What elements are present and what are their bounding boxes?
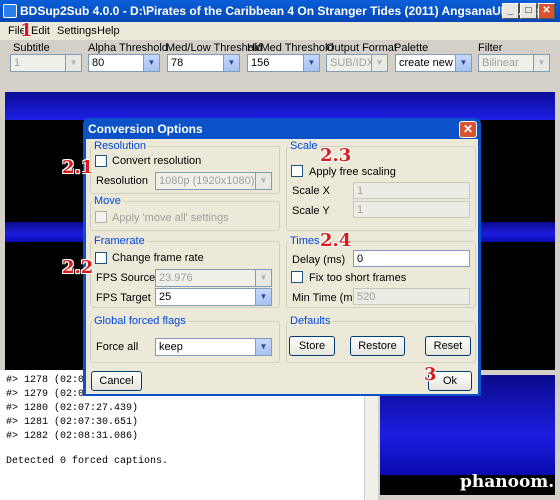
chevron-down-icon: ▼ (255, 289, 271, 305)
annotation-2-3: 2.3 (320, 145, 352, 166)
apply-move-all-checkbox[interactable] (95, 211, 107, 223)
preview-top-video (5, 92, 555, 120)
chevron-down-icon: ▼ (455, 55, 471, 71)
chevron-down-icon: ▼ (223, 55, 239, 71)
resolution-select[interactable]: 1080p (1920x1080) ▼ (155, 172, 272, 190)
apply-free-scaling-checkbox[interactable] (291, 165, 303, 177)
chevron-down-icon: ▼ (255, 339, 271, 355)
fps-target-label: FPS Target (96, 292, 151, 304)
palette-label: Palette (394, 42, 429, 54)
annotation-1: 1 (20, 20, 33, 41)
force-all-select[interactable]: keep ▼ (155, 338, 272, 356)
log-line: Detected 0 forced captions. (6, 456, 169, 467)
watermark: phanoom. (460, 472, 555, 492)
times-group-title: Times (288, 235, 322, 247)
output-format-select[interactable]: SUB/IDX ▼ (326, 54, 388, 72)
convert-resolution-label: Convert resolution (112, 155, 202, 167)
chevron-down-icon: ▼ (255, 270, 271, 286)
filter-label: Filter (478, 42, 503, 54)
min-time-field[interactable]: 520 (353, 288, 470, 305)
alpha-threshold-label: Alpha Threshold (88, 42, 168, 54)
fix-short-frames-label: Fix too short frames (309, 272, 407, 284)
menu-bar: File Edit Settings Help (0, 22, 560, 40)
scale-x-label: Scale X (292, 185, 330, 197)
alpha-threshold-select[interactable]: 80 ▼ (88, 54, 160, 72)
annotation-2-2: 2.2 (62, 257, 94, 278)
himed-threshold-select[interactable]: 156 ▼ (247, 54, 320, 72)
app-icon (3, 4, 17, 18)
move-group-title: Move (92, 195, 123, 207)
annotation-2-4: 2.4 (320, 230, 352, 251)
log-line: #> 1278 (02:07 (6, 375, 91, 386)
output-format-label: Output Format (326, 42, 397, 54)
cancel-button[interactable]: Cancel (91, 371, 142, 391)
chevron-down-icon: ▼ (143, 55, 159, 71)
scale-group-title: Scale (288, 140, 320, 152)
fps-source-select[interactable]: 23.976 ▼ (155, 269, 272, 287)
chevron-down-icon: ▼ (303, 55, 319, 71)
menu-help[interactable]: Help (97, 25, 120, 37)
dialog-title: Conversion Options (88, 122, 203, 136)
change-frame-rate-label: Change frame rate (112, 252, 204, 264)
maximize-button[interactable]: □ (520, 3, 537, 19)
log-line: #> 1282 (02:08:31.086) (6, 431, 139, 442)
delay-field[interactable]: 0 (353, 250, 470, 267)
restore-button[interactable]: Restore (350, 336, 405, 356)
subtitle-select[interactable]: 1 ▼ (10, 54, 82, 72)
palette-select[interactable]: create new ▼ (395, 54, 472, 72)
menu-edit[interactable]: Edit (31, 25, 50, 37)
fps-target-select[interactable]: 25 ▼ (155, 288, 272, 306)
force-all-label: Force all (96, 341, 139, 353)
himed-threshold-label: Hi/Med Threshold (247, 42, 334, 54)
filter-select[interactable]: Bilinear ▼ (478, 54, 550, 72)
delay-label: Delay (ms) (292, 254, 346, 266)
chevron-down-icon: ▼ (255, 173, 271, 189)
chevron-down-icon: ▼ (65, 55, 81, 71)
store-button[interactable]: Store (289, 336, 335, 356)
convert-resolution-checkbox[interactable] (95, 155, 107, 167)
medlow-threshold-select[interactable]: 78 ▼ (167, 54, 240, 72)
apply-free-scaling-label: Apply free scaling (309, 166, 396, 178)
resolution-group-title: Resolution (92, 140, 148, 152)
apply-move-all-label: Apply 'move all' settings (112, 212, 229, 224)
chevron-down-icon: ▼ (371, 55, 387, 71)
scale-y-label: Scale Y (292, 205, 330, 217)
annotation-2-1: 2.1 (62, 157, 94, 178)
minimize-button[interactable]: _ (502, 3, 519, 19)
subtitle-label: Subtitle (13, 42, 50, 54)
framerate-group-title: Framerate (92, 235, 147, 247)
window-title: BDSup2Sub 4.0.0 - D:\Pirates of the Cari… (20, 4, 543, 18)
dialog-close-button[interactable]: ✕ (459, 121, 477, 138)
resolution-label: Resolution (96, 175, 148, 187)
close-button[interactable]: ✕ (538, 3, 555, 19)
log-line: #> 1281 (02:07:30.651) (6, 417, 139, 428)
scale-y-field[interactable]: 1 (353, 201, 470, 218)
fix-short-frames-checkbox[interactable] (291, 271, 303, 283)
defaults-group-title: Defaults (288, 315, 333, 327)
change-frame-rate-checkbox[interactable] (95, 252, 107, 264)
annotation-3: 3 (424, 364, 437, 385)
scale-x-field[interactable]: 1 (353, 182, 470, 199)
menu-settings[interactable]: Settings (57, 25, 97, 37)
log-line: #> 1279 (02:07 (6, 389, 91, 400)
log-line: #> 1280 (02:07:27.439) (6, 403, 139, 414)
min-time-label: Min Time (ms) (292, 292, 362, 304)
fps-source-label: FPS Source (96, 272, 156, 284)
reset-button[interactable]: Reset (425, 336, 471, 356)
window-title-bar[interactable]: BDSup2Sub 4.0.0 - D:\Pirates of the Cari… (0, 0, 560, 22)
chevron-down-icon: ▼ (533, 55, 549, 71)
forced-flags-group-title: Global forced flags (92, 315, 188, 327)
